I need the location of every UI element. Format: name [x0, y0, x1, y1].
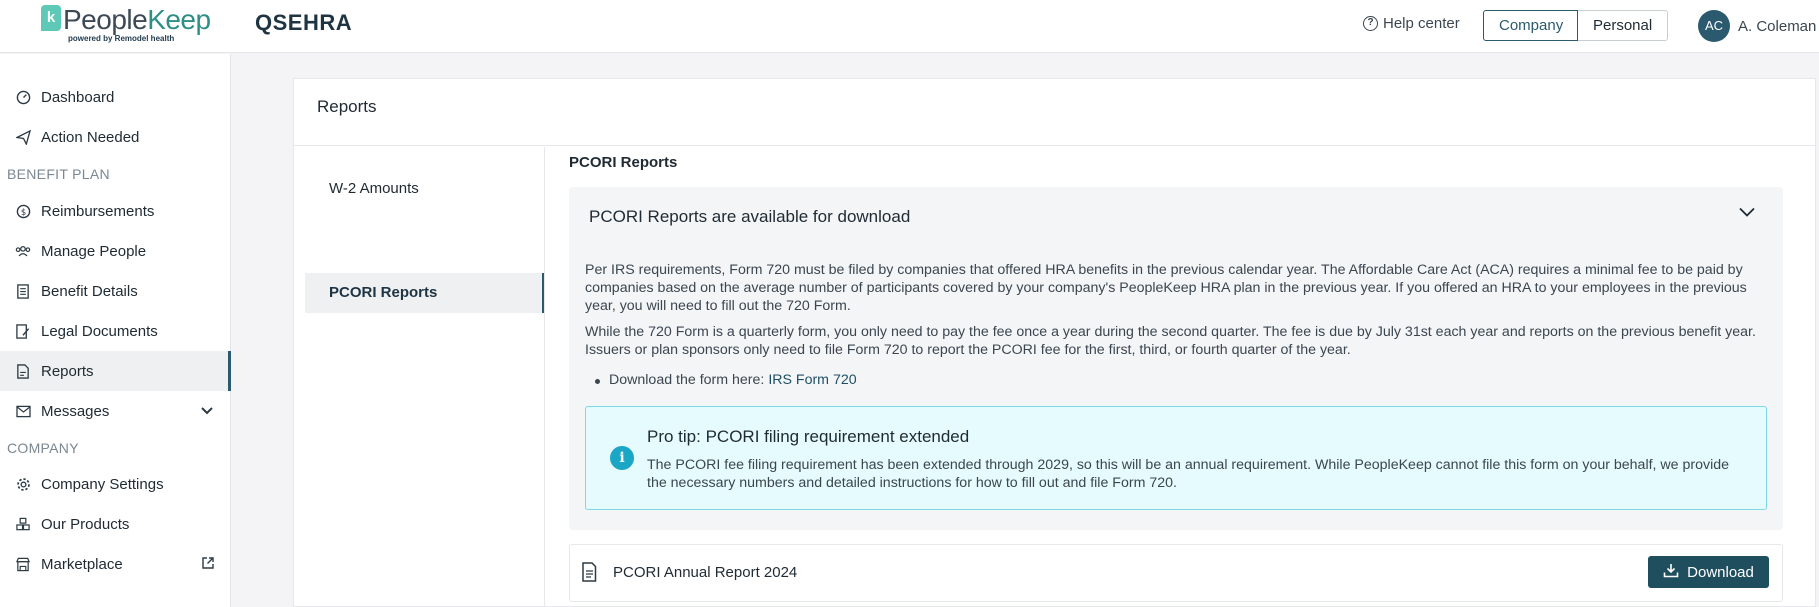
accordion-paragraph-2: While the 720 Form is a quarterly form, … — [585, 324, 1756, 358]
user-menu[interactable]: AC A. Coleman — [1698, 10, 1816, 42]
sidebar-item-label: Company Settings — [41, 475, 164, 493]
sidebar-item-label: Manage People — [41, 242, 147, 260]
download-icon — [1663, 563, 1679, 582]
peoplekeep-logo[interactable]: k PeopleKeep powered by Remodel health — [41, 5, 231, 47]
section-title: PCORI Reports — [569, 154, 678, 171]
report-document-icon — [581, 562, 597, 582]
report-row: PCORI Annual Report 2024 Download — [569, 544, 1783, 602]
sidebar: Dashboard Action Needed BENEFIT PLAN $ R… — [0, 54, 231, 607]
sidebar-item-label: Action Needed — [41, 128, 140, 146]
top-header: k PeopleKeep powered by Remodel health Q… — [0, 0, 1819, 53]
tip-title: Pro tip: PCORI filing requirement extend… — [647, 427, 970, 446]
sidebar-item-company-settings[interactable]: Company Settings — [0, 464, 231, 504]
list-document-icon — [15, 283, 31, 299]
company-toggle-button[interactable]: Company — [1483, 10, 1578, 41]
card-divider — [294, 145, 1815, 146]
sidebar-item-label: Reimbursements — [41, 202, 155, 220]
sidebar-item-label: Our Products — [41, 515, 130, 533]
products-icon — [15, 516, 31, 532]
sidebar-item-dashboard[interactable]: Dashboard — [0, 77, 231, 117]
sidebar-item-label: Reports — [41, 362, 94, 380]
tip-text: The PCORI fee filing requirement has bee… — [647, 457, 1730, 491]
gear-icon — [15, 476, 31, 492]
sidebar-item-benefit-details[interactable]: Benefit Details — [0, 271, 231, 311]
chevron-down-icon[interactable] — [201, 404, 213, 418]
logo-mark-icon: k — [41, 5, 61, 31]
dashboard-gauge-icon — [15, 89, 31, 105]
help-center-label: Help center — [1383, 15, 1460, 32]
personal-toggle-button[interactable]: Personal — [1578, 10, 1668, 41]
sidebar-item-messages[interactable]: Messages — [0, 391, 231, 431]
bullet-text: Download the form here: — [609, 372, 769, 388]
info-icon: i — [610, 446, 634, 470]
sidebar-item-label: Legal Documents — [41, 322, 158, 340]
signed-document-icon — [15, 323, 31, 339]
accordion-title[interactable]: PCORI Reports are available for download — [589, 207, 910, 227]
user-name: A. Coleman — [1738, 17, 1817, 35]
sidebar-item-label: Messages — [41, 402, 110, 420]
accordion-paragraph-1: Per IRS requirements, Form 720 must be f… — [585, 262, 1747, 314]
sidebar-item-manage-people[interactable]: Manage People — [0, 231, 231, 271]
sidebar-item-reports[interactable]: Reports — [0, 351, 231, 391]
app-title: QSEHRA — [255, 10, 353, 35]
report-label: PCORI Annual Report 2024 — [613, 564, 798, 581]
sidebar-item-our-products[interactable]: Our Products — [0, 504, 231, 544]
page-title: Reports — [317, 97, 377, 116]
pro-tip-callout: i Pro tip: PCORI filing requirement exte… — [585, 406, 1767, 510]
dollar-circle-icon: $ — [15, 203, 31, 219]
logo-text-people: People — [63, 4, 148, 35]
help-center-link[interactable]: ? Help center — [1363, 15, 1460, 32]
reports-card: Reports W-2 Amounts PCORI Reports PCORI … — [293, 78, 1816, 607]
logo-text-keep: Keep — [147, 4, 211, 35]
section-label-company: COMPANY — [7, 440, 79, 456]
download-button[interactable]: Download — [1648, 556, 1769, 588]
report-document-icon — [15, 363, 31, 379]
logo-wordmark: PeopleKeep — [63, 5, 211, 35]
chevron-down-icon[interactable] — [1739, 207, 1755, 217]
sidebar-item-action-needed[interactable]: Action Needed — [0, 117, 231, 157]
avatar: AC — [1698, 10, 1730, 42]
section-label-benefit-plan: BENEFIT PLAN — [7, 166, 110, 182]
download-label: Download — [1687, 563, 1754, 581]
context-switcher: Company Personal — [1483, 10, 1668, 41]
people-icon — [15, 243, 31, 259]
sidebar-item-reimbursements[interactable]: $ Reimbursements — [0, 191, 231, 231]
paper-plane-icon — [15, 129, 31, 145]
sidebar-item-label: Benefit Details — [41, 282, 138, 300]
logo-subtitle: powered by Remodel health — [68, 34, 175, 43]
irs-form-720-link[interactable]: IRS Form 720 — [768, 372, 856, 388]
sidebar-item-label: Marketplace — [41, 555, 123, 573]
sidebar-item-legal-documents[interactable]: Legal Documents — [0, 311, 231, 351]
sidebar-item-marketplace[interactable]: Marketplace — [0, 544, 231, 584]
question-circle-icon: ? — [1363, 16, 1378, 31]
external-link-icon — [201, 556, 215, 573]
subnav-item-w2-amounts[interactable]: W-2 Amounts — [305, 169, 545, 209]
sidebar-item-label: Dashboard — [41, 88, 115, 106]
svg-text:$: $ — [20, 206, 25, 216]
download-form-bullet: Download the form here: IRS Form 720 — [595, 372, 857, 388]
envelope-icon — [15, 403, 31, 419]
pcori-accordion: PCORI Reports are available for download… — [569, 187, 1783, 530]
subnav-item-pcori-reports[interactable]: PCORI Reports — [305, 273, 545, 313]
subnav-divider — [544, 147, 545, 607]
store-icon — [15, 556, 31, 572]
